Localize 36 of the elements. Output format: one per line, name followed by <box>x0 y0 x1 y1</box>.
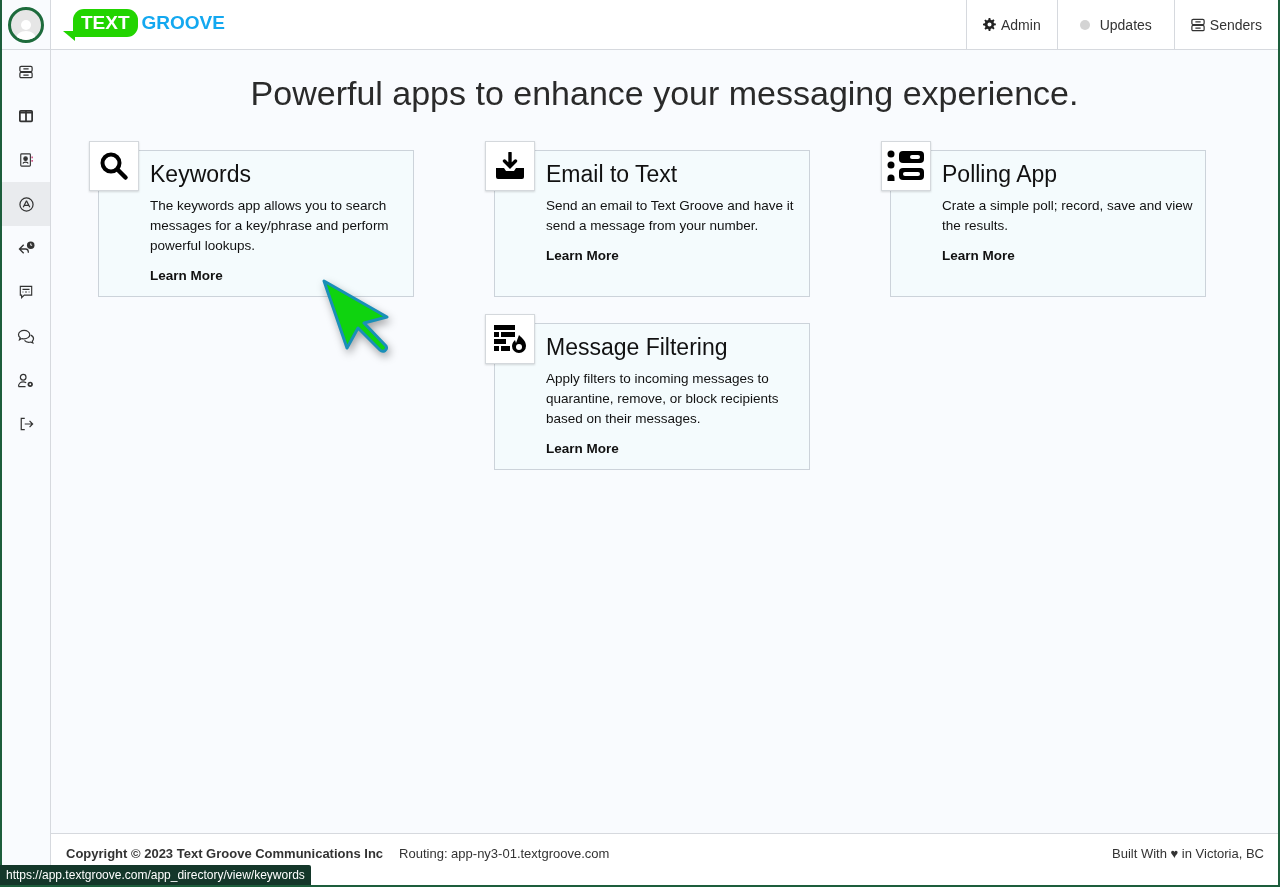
message-icon <box>19 285 33 299</box>
nav-link[interactable]: Updates <box>1056 0 1174 49</box>
nav-link[interactable]: Senders <box>1173 0 1278 49</box>
tray-icon <box>1190 17 1205 32</box>
tray-icon <box>19 65 33 79</box>
gear-icon <box>983 18 996 31</box>
app-title: Polling App <box>942 161 1059 188</box>
copyright-text: Copyright © 2023 Text Groove Communications Inc <box>66 846 384 861</box>
credit-text: Built With ♥ in Victoria, BC <box>1112 846 1264 861</box>
nav-link[interactable]: Admin <box>966 0 1057 49</box>
status-dot-icon <box>1079 19 1090 30</box>
app-title: Email to Text <box>546 161 679 188</box>
app-description: Crate a simple poll; record, save and view the results. <box>942 197 1193 235</box>
download-icon <box>495 152 525 180</box>
link-preview-tooltip: https://app.textgroove.com/app_directory/view/keywords <box>0 865 311 885</box>
reply-clock-icon <box>17 240 35 256</box>
learn-more-link[interactable]: Learn More <box>942 248 1015 263</box>
user-gear-icon <box>17 372 35 388</box>
app-description: The keywords app allows you to search messages for a key/phrase and perform powerful lookups. <box>150 197 390 255</box>
search-icon <box>99 151 129 181</box>
app-title: Keywords <box>150 161 252 188</box>
firewall-icon <box>492 324 528 354</box>
app-description: Apply filters to incoming messages to quarantine, remove, or block recipients based on their messages. <box>546 370 780 428</box>
learn-more-link[interactable]: Learn More <box>546 248 619 263</box>
learn-more-link[interactable]: Learn More <box>150 268 223 283</box>
contact-card-icon <box>19 153 33 167</box>
app-description: Send an email to Text Groove and have it send a message from your number. <box>546 197 795 235</box>
learn-more-link[interactable]: Learn More <box>546 441 619 456</box>
routing-text: Routing: app-ny3-01.textgroove.com <box>399 846 611 861</box>
chat-bubbles-icon <box>17 328 35 344</box>
avatar[interactable] <box>8 6 44 43</box>
list-icon <box>887 150 925 182</box>
columns-icon <box>19 109 33 123</box>
app-title: Message Filtering <box>546 334 729 361</box>
page-heading: Powerful apps to enhance your messaging experience. <box>249 74 1080 113</box>
logout-icon <box>18 417 34 431</box>
